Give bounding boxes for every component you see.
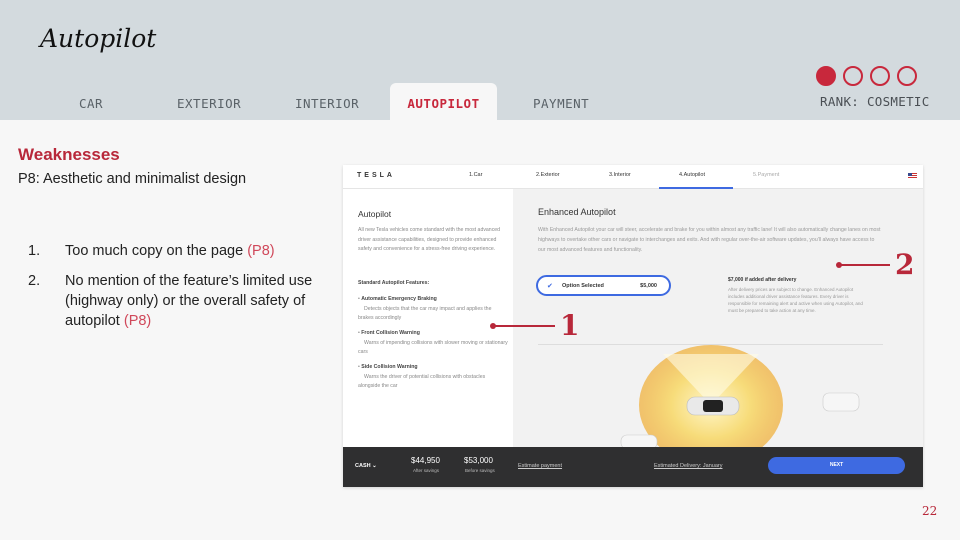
estimate-payment-link[interactable]: Estimate payment xyxy=(518,463,562,469)
tesla-config-screenshot: TESLA 1.Car 2.Exterior 3.Interior 4.Auto… xyxy=(343,165,923,487)
list-text: Too much copy on the page xyxy=(65,243,248,259)
next-label: NEXT xyxy=(829,462,844,468)
list-number: 1. xyxy=(28,243,41,259)
list-item: 1. Too much copy on the page (P8) xyxy=(28,241,318,261)
price-before-label: Before savings xyxy=(465,468,495,473)
progress-dot xyxy=(843,66,863,86)
screenshot-tab-exterior[interactable]: 2.Exterior xyxy=(536,172,560,178)
weaknesses-heading: Weaknesses xyxy=(18,145,120,164)
payment-type-label: CASH xyxy=(355,463,371,469)
progress-dot-filled xyxy=(816,66,836,86)
us-flag-icon[interactable] xyxy=(908,173,917,179)
estimated-delivery-link[interactable]: Estimated Delivery: January xyxy=(654,463,722,469)
screenshot-topbar: TESLA 1.Car 2.Exterior 3.Interior 4.Auto… xyxy=(343,165,923,189)
heuristic-tag: (P8) xyxy=(247,243,275,259)
feature-name: Side Collision Warning xyxy=(361,364,418,370)
other-car-image xyxy=(822,392,860,412)
tab-autopilot[interactable]: AUTOPILOT xyxy=(390,83,497,121)
feature-name: Automatic Emergency Braking xyxy=(361,296,437,302)
tesla-logo: TESLA xyxy=(357,172,395,179)
feature-item: • Side Collision Warning Warns the drive… xyxy=(358,364,486,390)
screenshot-tab-car[interactable]: 1.Car xyxy=(469,172,482,178)
callout-number-2: 2 xyxy=(895,248,915,281)
feature-item: • Automatic Emergency Braking Detects ob… xyxy=(358,296,492,322)
page-number: 22 xyxy=(922,504,938,518)
screenshot-tab-payment[interactable]: 5.Payment xyxy=(753,172,779,178)
screenshot-bottom-bar: CASH ⌄ $44,950 After savings $53,000 Bef… xyxy=(343,447,923,487)
car-windshield xyxy=(703,400,723,412)
tab-car[interactable]: CAR xyxy=(79,96,103,111)
features-heading: Standard Autopilot Features: xyxy=(358,280,430,286)
next-button[interactable]: NEXT xyxy=(768,457,905,474)
rank-label: RANK: COSMETIC xyxy=(820,94,930,109)
list-item: 2. No mention of the feature’s limited u… xyxy=(28,271,318,331)
price-after-savings: $44,950 xyxy=(411,456,440,465)
payment-type-select[interactable]: CASH ⌄ xyxy=(355,463,377,469)
header-band: Autopilot CAR EXTERIOR INTERIOR AUTOPILO… xyxy=(0,0,960,121)
slide-title: Autopilot xyxy=(40,24,157,53)
tab-payment[interactable]: PAYMENT xyxy=(533,96,589,111)
feature-desc: Warns the driver of potential collisions… xyxy=(358,373,486,390)
screenshot-tab-autopilot[interactable]: 4.Autopilot xyxy=(679,172,705,178)
other-car-image xyxy=(620,434,658,447)
tab-interior[interactable]: INTERIOR xyxy=(295,96,359,111)
heuristic-tag: (P8) xyxy=(123,313,152,329)
list-number: 2. xyxy=(28,273,41,289)
progress-dot xyxy=(897,66,917,86)
screenshot-left-panel: Autopilot All new Tesla vehicles come st… xyxy=(343,189,513,447)
price-after-label: After savings xyxy=(413,468,440,473)
progress-dot xyxy=(870,66,890,86)
tab-exterior[interactable]: EXTERIOR xyxy=(177,96,241,111)
screenshot-tab-interior[interactable]: 3.Interior xyxy=(609,172,631,178)
feature-desc: Warns of impending collisions with slowe… xyxy=(358,339,508,356)
tab-autopilot-label: AUTOPILOT xyxy=(407,96,480,111)
price-before-savings: $53,000 xyxy=(464,456,493,465)
autopilot-intro: All new Tesla vehicles come standard wit… xyxy=(358,227,501,253)
progress-dots xyxy=(816,66,917,86)
autopilot-heading: Autopilot xyxy=(358,209,392,219)
weakness-list: 1. Too much copy on the page (P8) 2. No … xyxy=(28,241,318,341)
heuristic-subheading: P8: Aesthetic and minimalist design xyxy=(18,171,247,187)
feature-name: Front Collision Warning xyxy=(361,330,420,336)
callout-number-1: 1 xyxy=(560,309,580,342)
feature-desc: Detects objects that the car may impact … xyxy=(358,305,492,322)
list-text: No mention of the feature’s limited use … xyxy=(65,273,313,329)
feature-item: • Front Collision Warning Warns of impen… xyxy=(358,330,508,356)
